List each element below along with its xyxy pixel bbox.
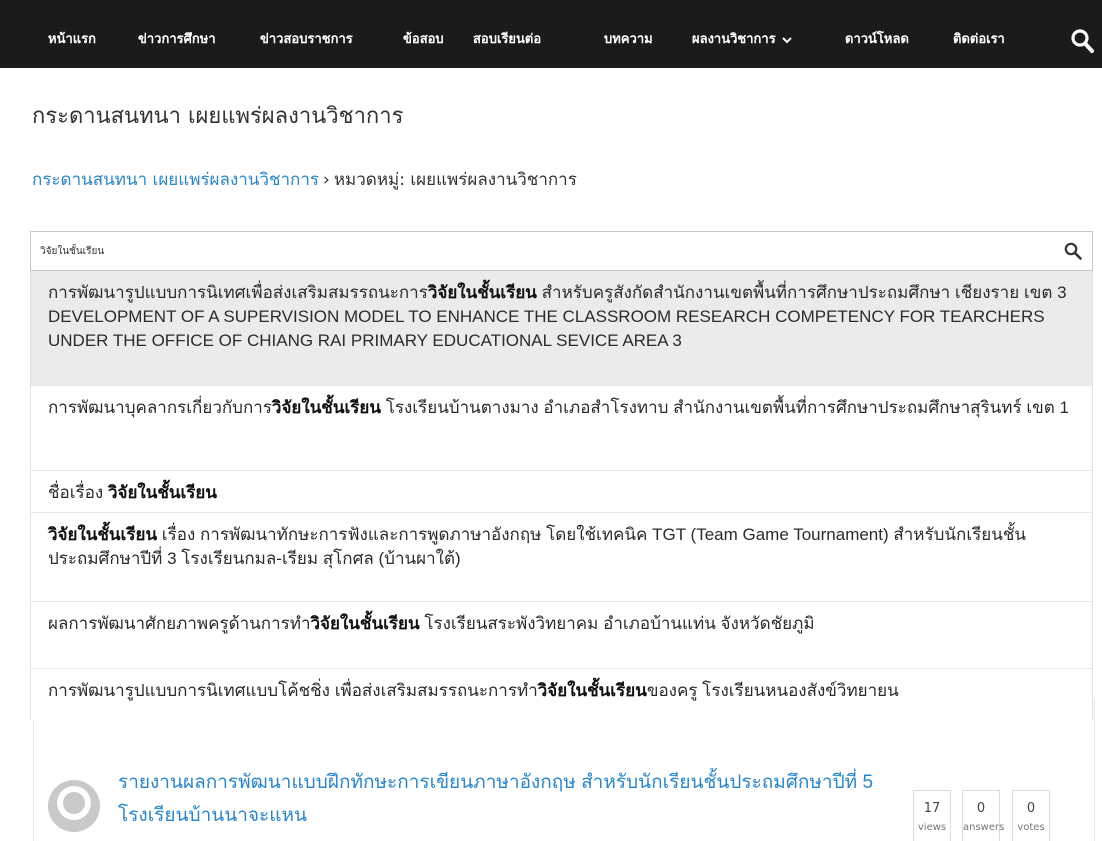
breadcrumb-link[interactable]: กระดานสนทนา เผยแพร่ผลงานวิชาการ xyxy=(32,170,319,190)
search-icon[interactable] xyxy=(1070,26,1096,56)
suggestion-item[interactable]: วิจัยในชั้นเรียน เรื่อง การพัฒนาทักษะการ… xyxy=(31,513,1092,602)
suggestion-item[interactable]: การพัฒนารูปแบบการนิเทศแบบโค้ชชิ่ง เพื่อส… xyxy=(31,669,1092,720)
views-value: 17 xyxy=(923,801,941,816)
top-navigation: หน้าแรก ข่าวการศึกษา ข่าวสอบราชการ ข้อสอ… xyxy=(0,0,1102,68)
votes-label: votes xyxy=(1017,822,1045,833)
breadcrumb: กระดานสนทนา เผยแพร่ผลงานวิชาการ › หมวดหมู่… xyxy=(32,166,577,193)
search-suggestions: การพัฒนารูปแบบการนิเทศเพื่อส่งเสริมสมรรถ… xyxy=(30,271,1093,720)
nav-item-exams[interactable]: ข้อสอบ xyxy=(403,0,444,68)
nav-item-contact[interactable]: ติดต่อเรา xyxy=(953,0,1005,68)
nav-item-further-study[interactable]: สอบเรียนต่อ xyxy=(473,0,541,68)
avatar[interactable] xyxy=(48,780,100,832)
answers-value: 0 xyxy=(976,801,986,816)
votes-value: 0 xyxy=(1026,801,1036,816)
search-input[interactable] xyxy=(31,232,1051,270)
suggestion-item[interactable]: ชื่อเรื่อง วิจัยในชั้นเรียน xyxy=(31,471,1092,513)
views-count: 17 views xyxy=(913,790,951,841)
suggestion-match: วิจัยในชั้นเรียน xyxy=(48,525,158,544)
suggestion-item[interactable]: ผลการพัฒนาศักยภาพครูด้านการทำวิจัยในชั้น… xyxy=(31,602,1092,669)
nav-item-home[interactable]: หน้าแรก xyxy=(48,0,96,68)
suggestion-match: วิจัยในชั้นเรียน xyxy=(310,614,420,633)
suggestion-match: วิจัยในชั้นเรียน xyxy=(271,398,381,417)
breadcrumb-current: หมวดหมู่: เผยแพร่ผลงานวิชาการ xyxy=(333,170,577,190)
suggestion-text: โรงเรียนสระพังวิทยาคม อำเภอบ้านแท่น จังห… xyxy=(419,614,815,633)
nav-item-downloads[interactable]: ดาวน์โหลด xyxy=(845,0,909,68)
nav-item-academic-works-label: ผลงานวิชาการ xyxy=(692,32,776,47)
breadcrumb-separator: › xyxy=(323,170,330,190)
suggestion-item[interactable]: การพัฒนารูปแบบการนิเทศเพื่อส่งเสริมสมรรถ… xyxy=(31,271,1092,386)
chevron-down-icon xyxy=(781,36,792,43)
topic-title-link[interactable]: รายงานผลการพัฒนาแบบฝึกทักษะการเขียนภาษาอ… xyxy=(118,766,908,832)
suggestion-match: วิจัยในชั้นเรียน xyxy=(427,283,537,302)
suggestion-text: โรงเรียนบ้านตางมาง อำเภอสำโรงทาบ สำนักงา… xyxy=(381,398,1070,417)
suggestion-text: การพัฒนาบุคลากรเกี่ยวกับการ xyxy=(48,398,272,417)
suggestion-match: วิจัยในชั้นเรียน xyxy=(537,681,647,700)
suggestion-text: เรื่อง การพัฒนาทักษะการฟังและการพูดภาษาอ… xyxy=(48,525,1027,568)
search-box xyxy=(30,231,1093,271)
suggestion-text: การพัฒนารูปแบบการนิเทศแบบโค้ชชิ่ง เพื่อส… xyxy=(48,681,538,700)
nav-item-education-news[interactable]: ข่าวการศึกษา xyxy=(138,0,216,68)
user-avatar-icon xyxy=(48,780,100,832)
suggestion-text: การพัฒนารูปแบบการนิเทศเพื่อส่งเสริมสมรรถ… xyxy=(48,283,428,302)
nav-item-articles[interactable]: บทความ xyxy=(604,0,653,68)
answers-label: answers xyxy=(963,822,1005,833)
votes-count: 0 votes xyxy=(1012,790,1050,841)
suggestion-text: ชื่อเรื่อง xyxy=(48,483,108,502)
answers-count: 0 answers xyxy=(962,790,1005,841)
views-label: views xyxy=(917,822,947,833)
suggestion-match: วิจัยในชั้นเรียน xyxy=(107,483,218,502)
page-title: กระดานสนทนา เผยแพร่ผลงานวิชาการ xyxy=(32,104,404,129)
suggestion-item[interactable]: การพัฒนาบุคลากรเกี่ยวกับการวิจัยในชั้นเร… xyxy=(31,386,1092,471)
suggestion-text: ผลการพัฒนาศักยภาพครูด้านการทำ xyxy=(48,614,311,633)
nav-item-academic-works[interactable]: ผลงานวิชาการ xyxy=(692,0,792,68)
search-icon[interactable] xyxy=(1064,242,1082,260)
suggestion-text: ของครู โรงเรียนหนองสังข์วิทยายน xyxy=(646,681,899,700)
nav-item-civil-service-news[interactable]: ข่าวสอบราชการ xyxy=(260,0,353,68)
